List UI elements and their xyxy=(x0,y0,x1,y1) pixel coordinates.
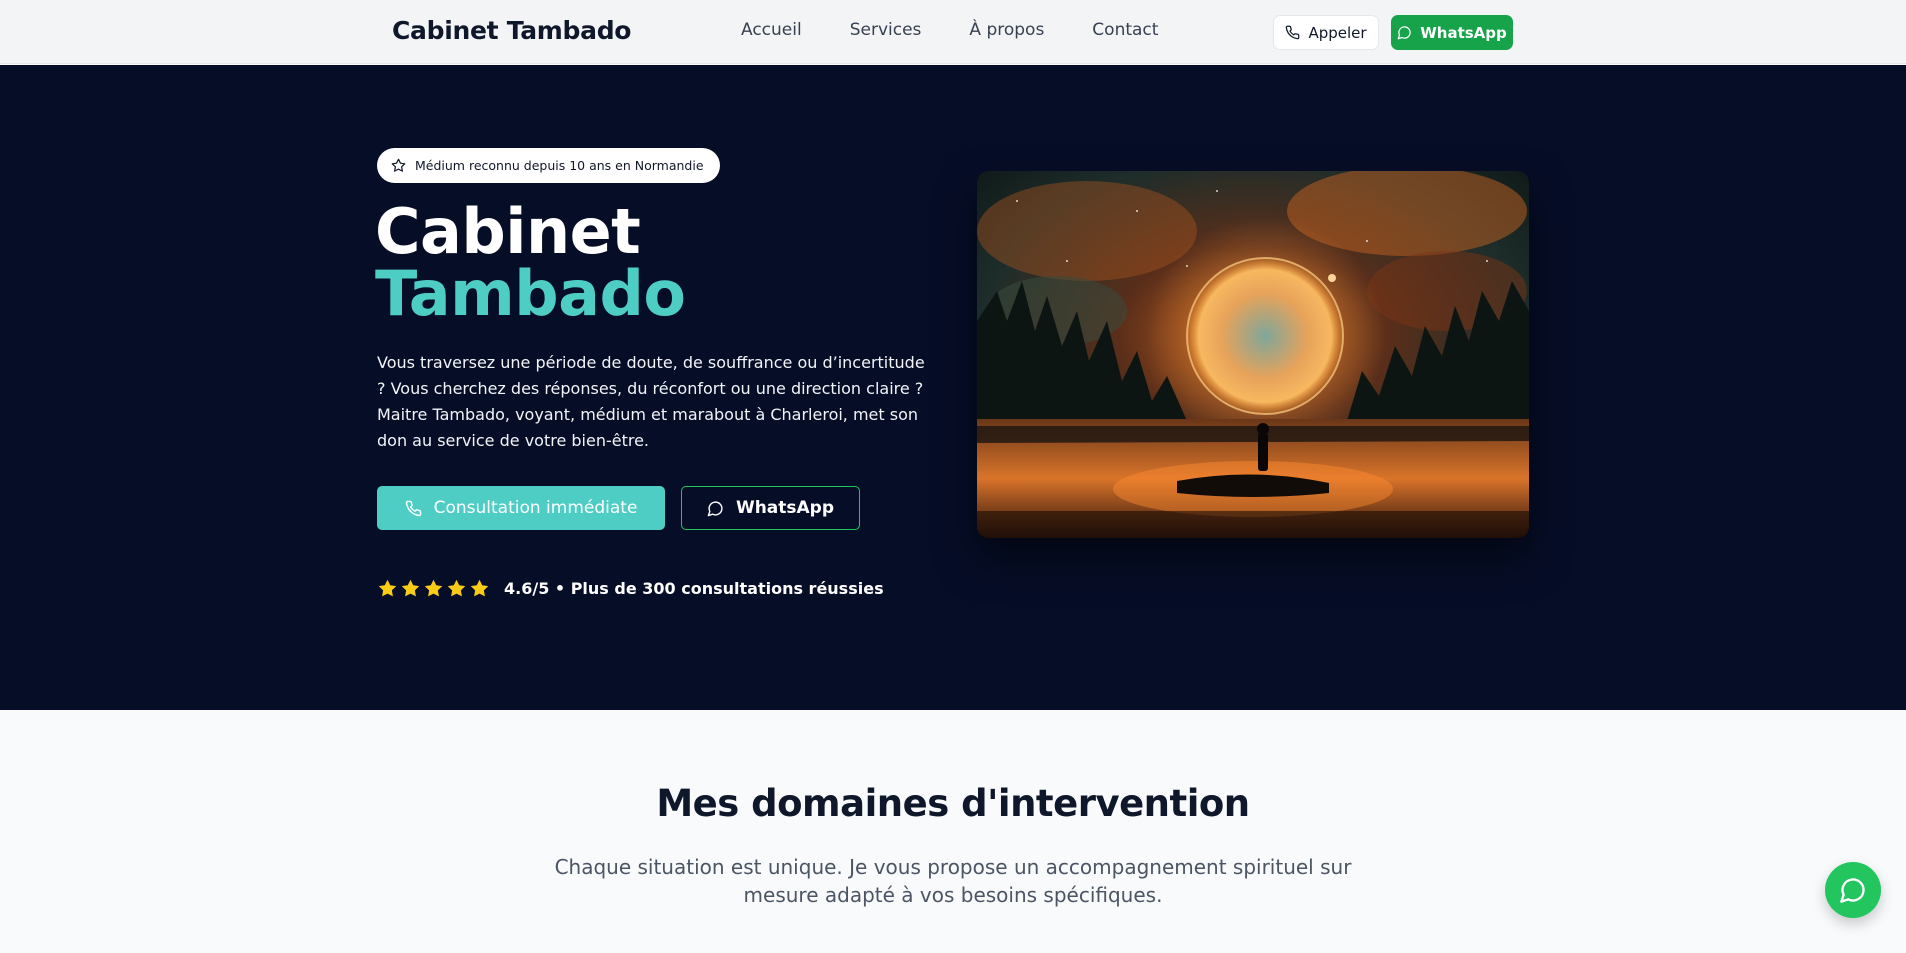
hero-title: Cabinet Tambado xyxy=(375,201,686,330)
badge-text: Médium reconnu depuis 10 ans en Normandi… xyxy=(415,158,704,173)
hero-section: Médium reconnu depuis 10 ans en Normandi… xyxy=(0,65,1906,710)
hero-image xyxy=(977,171,1529,538)
whatsapp-hero-button[interactable]: WhatsApp xyxy=(681,486,860,530)
star-icon xyxy=(378,579,397,597)
whatsapp-header-button[interactable]: WhatsApp xyxy=(1391,15,1513,50)
nav-accueil[interactable]: Accueil xyxy=(741,20,802,40)
hero-description: Vous traversez une période de doute, de … xyxy=(377,353,925,450)
section-title: Mes domaines d'intervention xyxy=(656,782,1250,825)
chat-bubble-icon xyxy=(707,500,723,516)
nav-a-propos[interactable]: À propos xyxy=(969,20,1044,40)
consultation-button[interactable]: Consultation immédiate xyxy=(377,486,665,530)
nav-contact[interactable]: Contact xyxy=(1092,20,1158,40)
experience-badge: Médium reconnu depuis 10 ans en Normandi… xyxy=(377,148,720,183)
brand-logo[interactable]: Cabinet Tambado xyxy=(392,16,631,45)
star-outline-icon xyxy=(391,158,406,172)
site-header: Cabinet Tambado Accueil Services À propo… xyxy=(0,0,1906,64)
star-icon xyxy=(424,579,443,597)
whatsapp-hero-label: WhatsApp xyxy=(735,498,835,518)
rating: 4.6/5 • Plus de 300 consultations réussi… xyxy=(377,578,884,599)
rating-stars xyxy=(377,578,490,599)
star-icon xyxy=(447,579,466,597)
call-button-label: Appeler xyxy=(1308,23,1367,42)
whatsapp-header-label: WhatsApp xyxy=(1420,23,1507,42)
rating-text: 4.6/5 • Plus de 300 consultations réussi… xyxy=(504,579,884,598)
chat-bubble-icon xyxy=(1397,26,1411,40)
nav-services[interactable]: Services xyxy=(850,20,922,40)
main-nav: Accueil Services À propos Contact xyxy=(741,20,1206,40)
whatsapp-floating-button[interactable] xyxy=(1825,862,1881,918)
call-button[interactable]: Appeler xyxy=(1273,15,1379,50)
mystic-moon-forest-image xyxy=(977,171,1529,538)
chat-bubble-icon xyxy=(1840,878,1865,903)
hero-title-line2: Tambado xyxy=(375,257,686,330)
consultation-button-label: Consultation immédiate xyxy=(433,498,638,518)
phone-icon xyxy=(405,500,421,516)
phone-icon xyxy=(1286,25,1300,40)
star-icon xyxy=(470,579,489,597)
section-subtitle: Chaque situation est unique. Je vous pro… xyxy=(554,855,1352,907)
star-icon xyxy=(401,579,420,597)
